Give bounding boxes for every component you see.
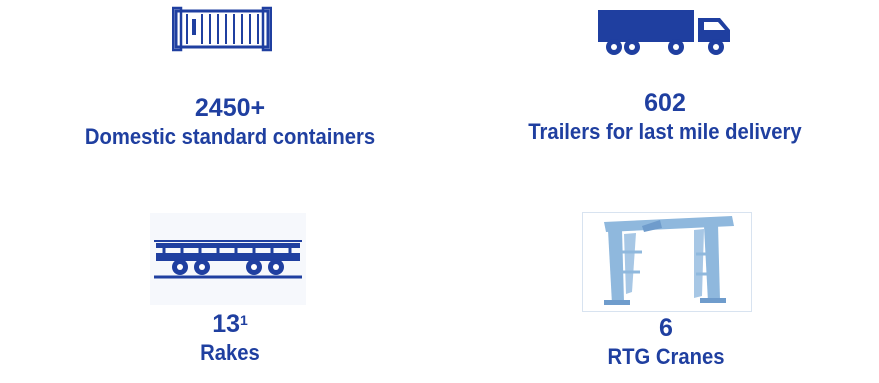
stat-rakes: 131 Rakes xyxy=(130,309,330,367)
rakes-label: Rakes xyxy=(200,340,260,365)
rakes-count: 131 xyxy=(212,310,248,338)
stat-containers: 2450+ Domestic standard containers xyxy=(20,93,440,151)
trailers-label: Trailers for last mile delivery xyxy=(528,119,802,144)
containers-label: Domestic standard containers xyxy=(84,124,376,149)
trailers-count: 602 xyxy=(644,89,686,117)
containers-count: 2450+ xyxy=(194,94,266,122)
stat-rtg-cranes: 6 RTG Cranes xyxy=(566,313,766,371)
rakes-footnote-marker: 1 xyxy=(240,312,248,328)
rtg-cranes-label: RTG Cranes xyxy=(607,344,725,369)
shipping-container-icon xyxy=(172,6,272,52)
stat-trailers: 602 Trailers for last mile delivery xyxy=(455,88,875,146)
truck-trailer-icon xyxy=(598,10,730,55)
rail-wagon-icon xyxy=(150,213,306,305)
gantry-crane-icon xyxy=(582,212,752,312)
rtg-cranes-count: 6 xyxy=(659,314,673,342)
